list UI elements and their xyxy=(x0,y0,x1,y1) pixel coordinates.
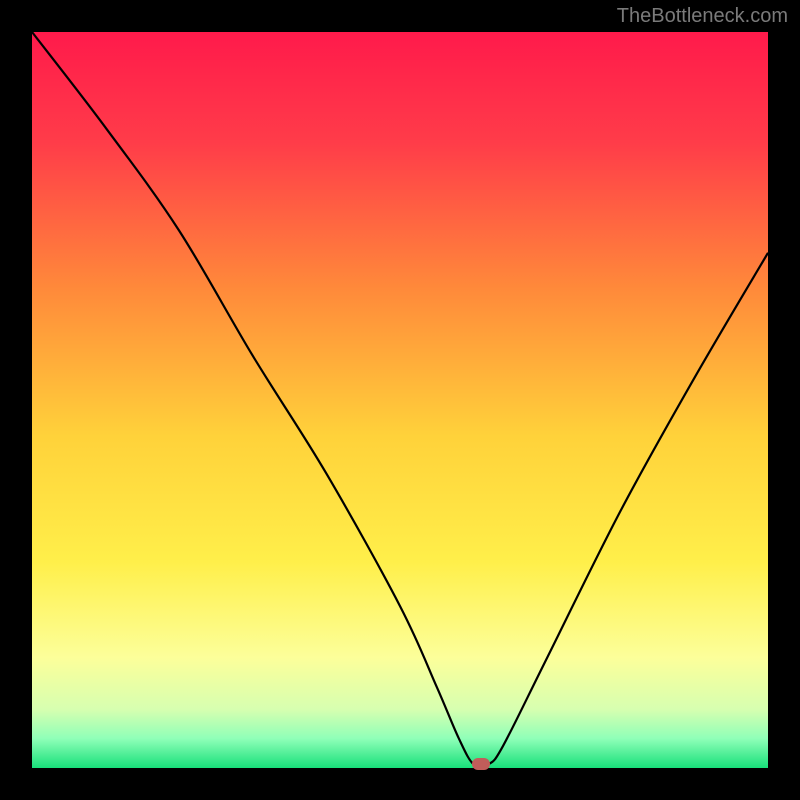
chart-svg xyxy=(32,32,768,768)
plot-area xyxy=(32,32,768,768)
watermark-text: TheBottleneck.com xyxy=(617,5,788,28)
optimal-marker xyxy=(472,758,490,770)
gradient-background xyxy=(32,32,768,768)
